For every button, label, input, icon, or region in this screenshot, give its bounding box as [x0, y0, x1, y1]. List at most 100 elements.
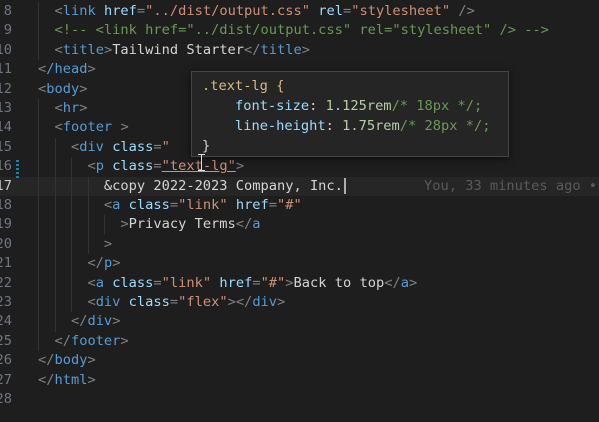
code-token: p	[95, 158, 104, 175]
code-token: Back to top	[293, 274, 385, 291]
code-token: =	[169, 197, 179, 213]
code-line[interactable]: 19 >Privacy Terms</a	[0, 215, 599, 235]
code-token: div	[252, 294, 278, 310]
code-text: >Privacy Terms</a	[38, 215, 260, 234]
code-token: </	[38, 332, 71, 349]
line-number: 25	[0, 332, 12, 349]
code-token: =	[153, 274, 162, 291]
code-token: rel	[318, 3, 343, 19]
code-token: </	[38, 371, 55, 388]
code-token: p	[103, 255, 113, 272]
code-token: </	[38, 352, 55, 369]
code-token: href	[235, 197, 269, 213]
code-token: =	[252, 274, 261, 291]
code-token: >	[79, 80, 88, 97]
code-token: >	[120, 119, 129, 136]
line-number: 16	[0, 158, 12, 175]
code-line[interactable]: 20 >	[0, 234, 599, 255]
code-token: <	[38, 158, 96, 175]
code-token: >	[301, 41, 310, 58]
code-text: </head>	[38, 60, 96, 79]
code-line[interactable]: 28	[0, 390, 599, 409]
code-text: </div>	[38, 312, 120, 331]
line-number: 19	[0, 216, 12, 233]
code-token: <	[38, 197, 113, 213]
code-text: </html>	[38, 371, 96, 390]
code-token: >	[79, 100, 88, 116]
code-token: "../dist/output.css"	[145, 3, 310, 19]
code-line[interactable]: 18 <a class="link" href="#"	[0, 196, 599, 216]
code-token: Tailwind Starter	[112, 41, 245, 58]
code-editor[interactable]: 8 <link href="../dist/output.css" rel="s…	[0, 0, 599, 422]
code-token: a	[400, 274, 409, 291]
code-text: </p>	[38, 254, 120, 273]
code-token: title	[62, 41, 104, 58]
code-token: hr	[62, 100, 80, 116]
code-text: <!-- <link href="../dist/output.css" rel…	[38, 21, 549, 40]
line-number: 23	[0, 294, 12, 310]
code-token: footer	[70, 332, 121, 349]
code-line[interactable]: 8 <link href="../dist/output.css" rel="s…	[0, 2, 599, 22]
code-line[interactable]: 24 </div>	[0, 312, 599, 332]
code-line[interactable]: 22 <a class="link" href="#">Back to top<…	[0, 273, 599, 293]
code-line[interactable]: 21 </p>	[0, 254, 599, 274]
code-token: <	[38, 294, 96, 310]
code-token: <	[38, 80, 47, 97]
code-token: class	[128, 294, 170, 310]
code-text: >	[38, 235, 112, 254]
code-text: <link href="../dist/output.css" rel="sty…	[38, 2, 475, 21]
code-token: />	[458, 3, 475, 19]
code-token: <!-- <link href="../dist/output.css" rel…	[38, 22, 549, 39]
code-line[interactable]: 17 &copy 2022-2023 Company, Inc. You, 33 …	[0, 176, 599, 196]
code-token: <	[38, 61, 47, 78]
code-line[interactable]: 26 </body>	[0, 351, 599, 370]
code-line[interactable]: 16 <p class="text-lg">	[0, 157, 599, 177]
code-token: =	[169, 294, 179, 310]
code-token: >	[87, 61, 96, 78]
code-token: "#"	[260, 274, 286, 291]
code-text: &copy 2022-2023 Company, Inc.	[38, 177, 346, 196]
code-line[interactable]: 10 <title>Tailwind Starter</title>	[0, 40, 599, 61]
code-token: "link"	[178, 197, 228, 213]
hover-font-size-line: font-size: 1.125rem/* 18px */;	[234, 98, 483, 114]
text-cursor	[343, 177, 346, 194]
line-number: 26	[0, 352, 12, 369]
hover-value-font-size: 1.125rem	[325, 98, 392, 114]
hover-prop-line-height: line-height	[234, 118, 326, 134]
code-token: &copy 2022-2023 Company, Inc.	[38, 177, 343, 194]
line-number: 12	[0, 80, 12, 97]
code-line[interactable]: 9 <!-- <link href="../dist/output.css" r…	[0, 21, 599, 41]
hover-selector: .text-lg {	[202, 78, 285, 94]
code-line[interactable]: 25 </footer>	[0, 331, 599, 352]
code-text: <body>	[38, 80, 87, 99]
code-token: >	[408, 274, 418, 291]
code-token: </	[235, 216, 253, 233]
line-number: 10	[0, 41, 12, 58]
code-token: >	[103, 41, 113, 58]
code-text: <hr>	[38, 99, 87, 118]
hover-close-line: }	[202, 136, 210, 156]
code-token: ></	[227, 294, 253, 310]
code-token: html	[54, 371, 88, 388]
line-number: 13	[0, 100, 12, 116]
code-line[interactable]: 23 <div class="flex"></div>	[0, 293, 599, 313]
code-token: <	[38, 119, 63, 136]
code-text: <footer >	[38, 118, 129, 137]
code-token: href	[103, 3, 137, 19]
code-token: >	[112, 255, 121, 272]
code-text: <a class="link" href="#">Back to top</a>	[38, 274, 417, 293]
code-token: </	[384, 274, 401, 291]
code-token: =	[342, 3, 352, 19]
code-token: >	[112, 313, 121, 330]
git-blame-annotation: You, 33 minutes ago •	[424, 177, 598, 194]
line-number: 28	[0, 391, 12, 407]
code-token: a	[95, 274, 104, 291]
line-number: 24	[0, 313, 12, 330]
code-token: class	[112, 274, 154, 291]
code-token: class	[112, 158, 154, 175]
code-line[interactable]: 27 </html>	[0, 371, 599, 390]
line-number: 22	[0, 274, 12, 291]
